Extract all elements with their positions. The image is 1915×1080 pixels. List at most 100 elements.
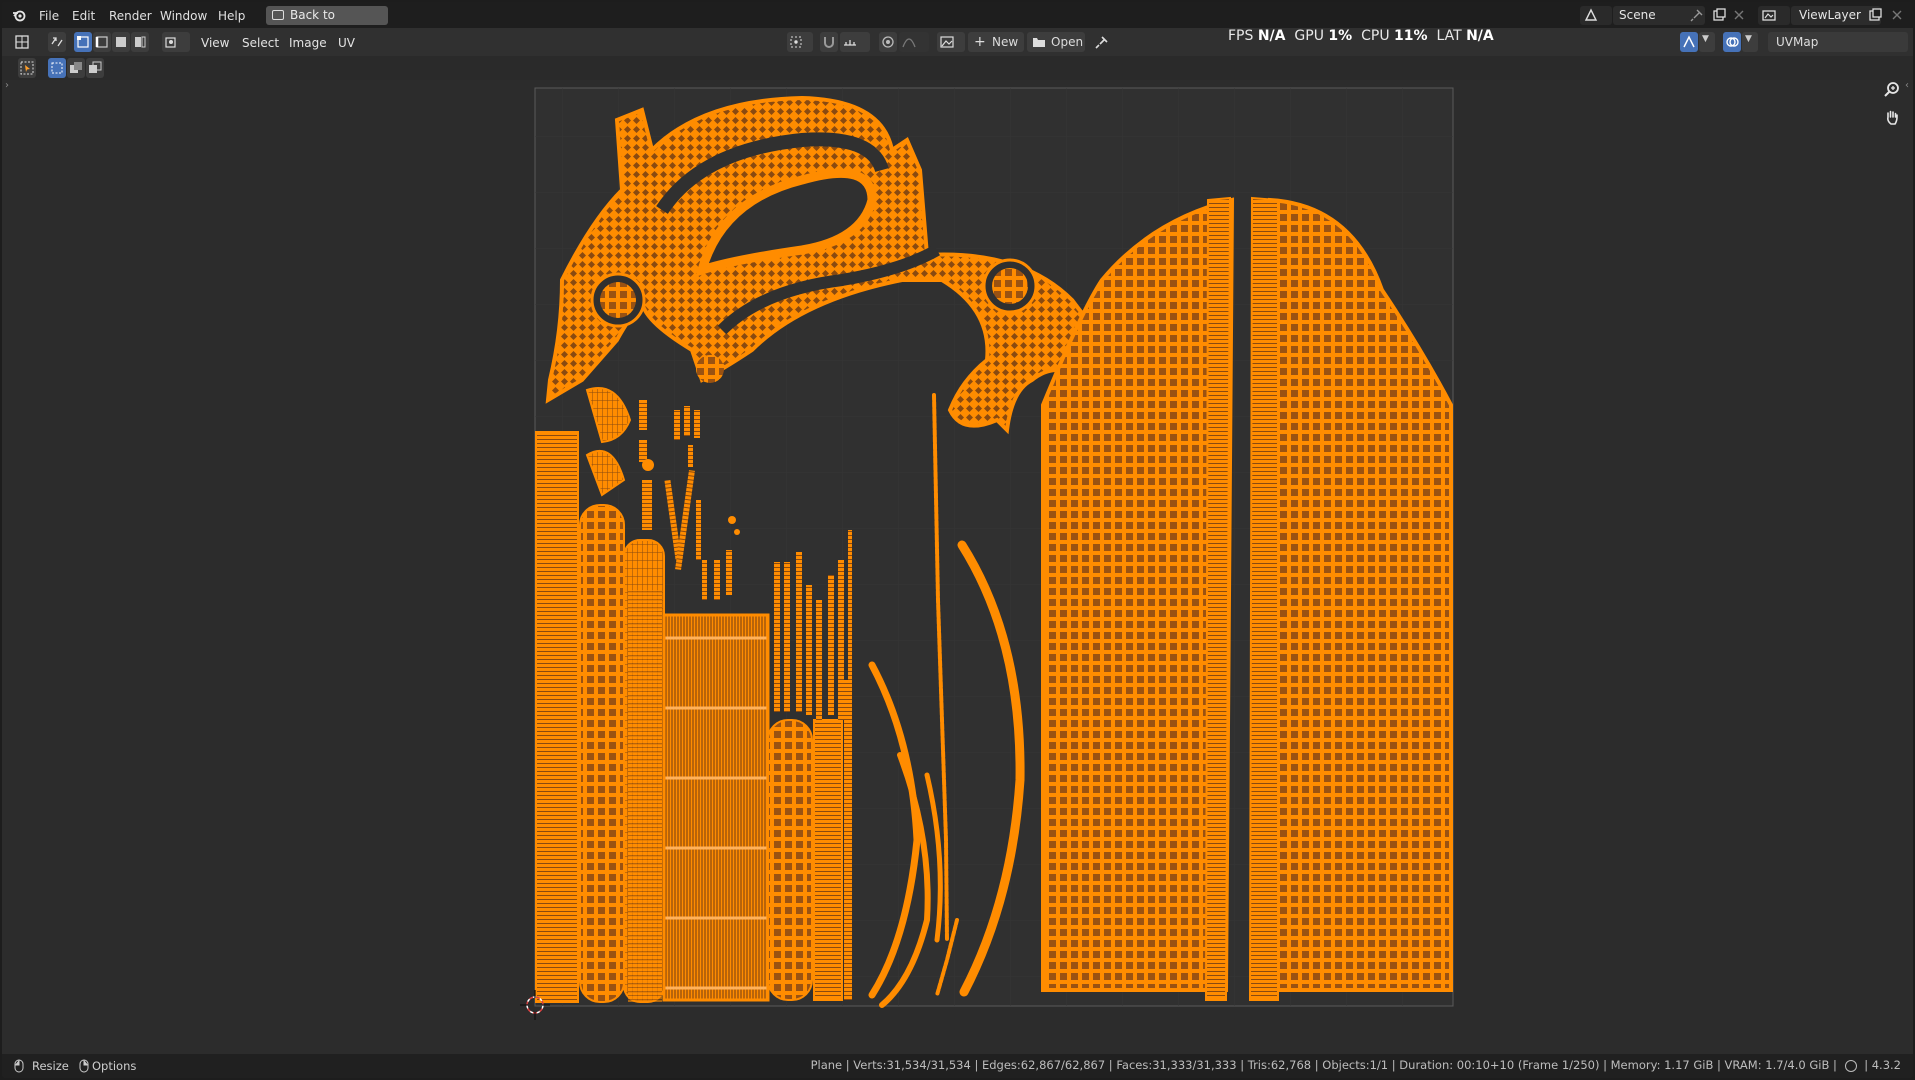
menu-render[interactable]: Render: [109, 8, 152, 24]
select-mode-edge-button[interactable]: [93, 32, 111, 52]
select-mode-vertex-button[interactable]: [74, 32, 92, 52]
image-browse-dropdown[interactable]: [937, 32, 965, 52]
selection-mode-subtract-button[interactable]: [86, 58, 104, 78]
overlays-dropdown[interactable]: ▼: [1742, 32, 1758, 52]
blender-version: 4.3.2: [1871, 1058, 1901, 1072]
blender-logo-icon[interactable]: [12, 8, 26, 22]
sync-arrows-icon: [51, 37, 63, 47]
mouse-right-icon: [79, 1059, 89, 1073]
menu-file[interactable]: File: [39, 8, 59, 24]
sidebar-expand-icon[interactable]: ‹: [1905, 80, 1909, 91]
open-image-label: Open: [1051, 35, 1084, 49]
island-select-icon: [135, 36, 146, 48]
sync-selection-toggle[interactable]: [48, 32, 66, 52]
back-icon: [272, 10, 284, 20]
selection-mode-new-button[interactable]: [48, 58, 66, 78]
blender-window: File Edit Render Window Help Back to Pre…: [2, 2, 1913, 1078]
resize-hint: Resize: [32, 1059, 69, 1073]
cpu-label: CPU: [1361, 28, 1390, 44]
select-subtract-icon: [89, 61, 102, 73]
magnet-icon: [824, 37, 834, 48]
scene-type-dropdown[interactable]: [1580, 6, 1612, 25]
lat-value: N/A: [1466, 28, 1494, 44]
uv-canvas[interactable]: [2, 80, 1913, 1054]
new-icon: +: [974, 34, 986, 50]
view-layer-name: ViewLayer: [1799, 8, 1861, 22]
network-icon: [1844, 1060, 1857, 1072]
menu-uv[interactable]: UV: [338, 35, 355, 51]
uv-editor-icon: [15, 35, 29, 49]
scene-icon: [1584, 8, 1598, 21]
new-image-label: New: [992, 35, 1019, 49]
select-tool-button[interactable]: [18, 58, 36, 78]
gpu-label: GPU: [1294, 28, 1324, 44]
proportional-falloff-dropdown[interactable]: [899, 32, 929, 52]
performance-stats: FPS N/A GPU 1% CPU 11% LAT N/A: [1228, 28, 1494, 44]
tool-settings-bar: [2, 56, 1913, 80]
overlay-gizmo-icon: [1683, 35, 1695, 48]
fps-label: FPS: [1228, 28, 1254, 44]
pin-image-icon[interactable]: [1095, 35, 1109, 49]
proportional-edit-icon: [882, 36, 894, 48]
pivot-point-dropdown[interactable]: [787, 32, 813, 52]
menu-window[interactable]: Window: [160, 8, 207, 24]
scene-statistics: Plane | Verts:31,534/31,534 | Edges:62,8…: [810, 1058, 1901, 1072]
chevron-down-icon: ▼: [1702, 34, 1709, 44]
proportional-editing-toggle[interactable]: [879, 32, 897, 52]
menu-image[interactable]: Image: [289, 35, 327, 51]
uv-sculpt-toggle[interactable]: [1680, 32, 1698, 52]
select-extend-icon: [70, 62, 82, 73]
edge-select-icon: [95, 36, 108, 48]
uv-map-name: UVMap: [1776, 35, 1819, 49]
scene-name: Scene: [1619, 8, 1656, 22]
zoom-icon[interactable]: [1879, 76, 1905, 102]
menu-view[interactable]: View: [201, 35, 229, 51]
back-to-previous-button[interactable]: Back to Previous: [266, 6, 388, 41]
snap-toggle[interactable]: [820, 32, 838, 52]
options-hint: Options: [92, 1059, 137, 1073]
face-select-icon: [116, 37, 126, 47]
toolbar-expand-icon[interactable]: ›: [5, 80, 9, 91]
overlays-toggle[interactable]: [1723, 32, 1741, 52]
lat-label: LAT: [1436, 28, 1462, 44]
menu-help[interactable]: Help: [218, 8, 245, 24]
delete-view-layer-icon[interactable]: [1890, 8, 1904, 22]
status-bar: Resize Options Plane | Verts:31,534/31,5…: [2, 1054, 1913, 1078]
top-menu-bar: File Edit Render Window Help Back to Pre…: [2, 2, 1913, 41]
uv-viewport[interactable]: › ‹: [2, 80, 1913, 1054]
overlays-icon: [1726, 37, 1739, 47]
vertex-select-icon: [77, 36, 89, 48]
chevron-down-icon: ▼: [1745, 34, 1752, 44]
delete-scene-icon[interactable]: [1732, 8, 1746, 22]
selection-mode-extend-button[interactable]: [67, 58, 85, 78]
mouse-left-icon: [14, 1059, 24, 1073]
cpu-value: 11%: [1394, 28, 1428, 44]
select-mode-island-button[interactable]: [131, 32, 149, 52]
hand-pan-icon[interactable]: [1879, 104, 1905, 130]
open-image-button[interactable]: Open: [1027, 32, 1085, 52]
gpu-value: 1%: [1328, 28, 1353, 44]
gizmo-dropdown[interactable]: ▼: [1699, 32, 1715, 52]
new-image-button[interactable]: + New: [968, 32, 1024, 52]
sticky-selection-dropdown[interactable]: [162, 32, 190, 52]
uv-map-selector[interactable]: UVMap: [1768, 32, 1908, 52]
menu-select[interactable]: Select: [242, 35, 279, 51]
open-folder-icon: [1033, 38, 1045, 47]
image-icon: [940, 36, 954, 48]
sticky-select-icon: [165, 37, 176, 48]
pin-icon[interactable]: [1690, 8, 1704, 22]
uv-editor-header: View Select Image UV + New Open ▼ ▼ UVMa…: [2, 28, 1913, 56]
snap-target-dropdown[interactable]: [840, 32, 870, 52]
new-scene-icon[interactable]: [1712, 8, 1726, 22]
editor-type-dropdown[interactable]: [12, 32, 42, 52]
select-new-icon: [51, 62, 63, 74]
menu-edit[interactable]: Edit: [72, 8, 95, 24]
new-view-layer-icon[interactable]: [1868, 8, 1882, 22]
falloff-curve-icon: [902, 38, 916, 48]
fps-value: N/A: [1257, 28, 1286, 44]
scene-statistics-text: Plane | Verts:31,534/31,534 | Edges:62,8…: [810, 1058, 1837, 1072]
select-box-icon: [20, 61, 34, 75]
view-layer-icon: [1762, 10, 1776, 21]
view-layer-type-dropdown[interactable]: [1758, 6, 1790, 25]
select-mode-face-button[interactable]: [112, 32, 130, 52]
